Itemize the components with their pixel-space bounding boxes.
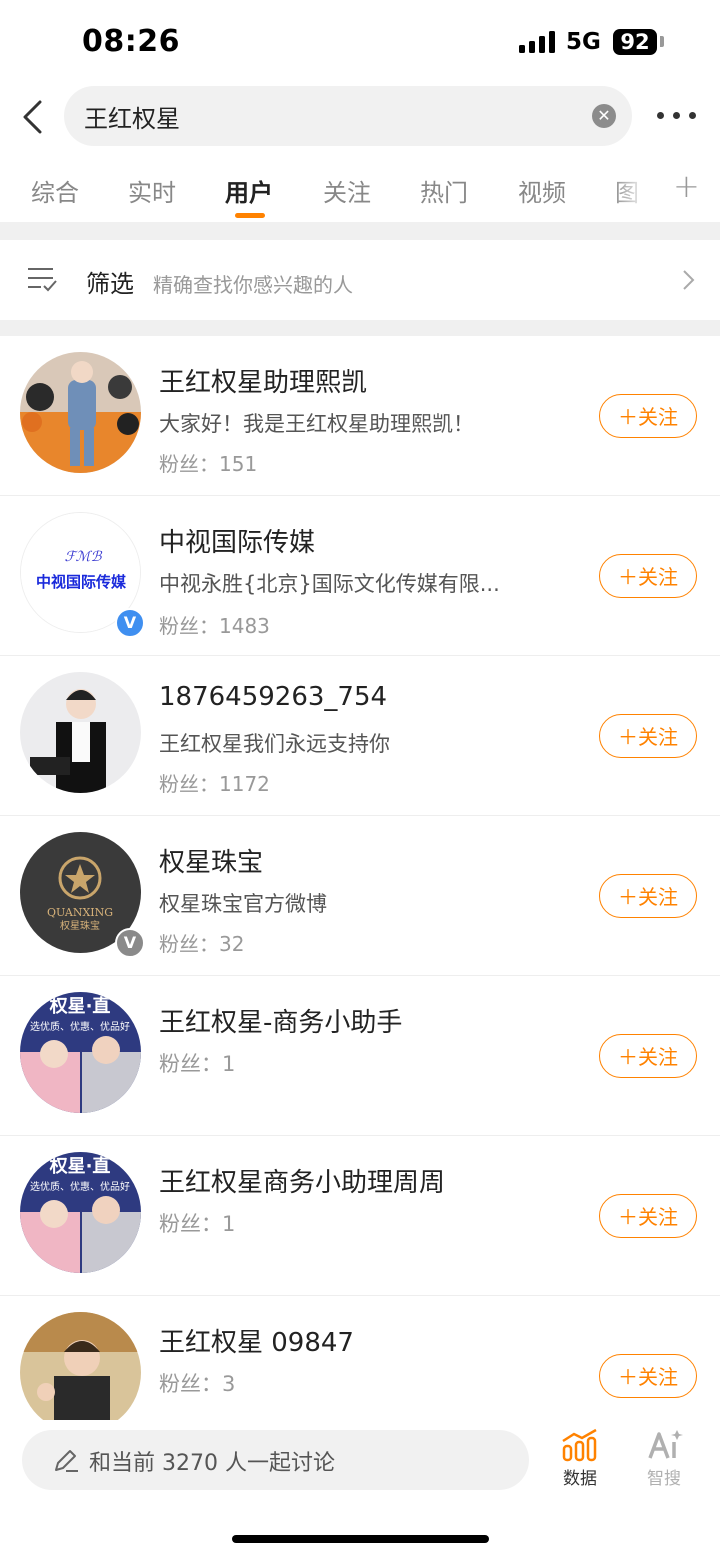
network-type: 5G: [566, 29, 601, 55]
list-item[interactable]: ℱℳℬ 中视国际传媒 V 中视国际传媒 中视永胜{北京}国际文化传媒有限... …: [0, 496, 720, 656]
avatar-banner-subtext: 选优质、优惠、优品好: [30, 1180, 130, 1193]
user-name[interactable]: 王红权星助理熙凯: [159, 362, 367, 399]
user-fans-count: 粉丝：3: [159, 1372, 236, 1396]
follow-button[interactable]: ＋关注: [599, 1194, 697, 1238]
nav-data[interactable]: 数据: [550, 1428, 610, 1489]
status-bar: 08:26 5G 92: [0, 0, 720, 86]
home-indicator: [232, 1535, 489, 1543]
user-description: 王红权星我们永远支持你: [159, 732, 390, 756]
search-tabs: 综合 实时 用户 关注 热门 视频 图 +: [0, 165, 720, 220]
svg-text:ℱℳℬ: ℱℳℬ: [65, 549, 103, 565]
follow-button[interactable]: ＋关注: [599, 554, 697, 598]
follow-button[interactable]: ＋关注: [599, 714, 697, 758]
verified-badge-icon: V: [115, 928, 145, 958]
battery-icon: 92: [613, 29, 657, 55]
status-time: 08:26: [82, 24, 180, 59]
user-name[interactable]: 中视国际传媒: [159, 522, 315, 559]
search-input[interactable]: 王红权星 ✕: [64, 86, 632, 146]
user-fans-count: 粉丝：32: [159, 932, 245, 956]
tab-comprehensive[interactable]: 综合: [31, 173, 79, 208]
filter-subtitle: 精确查找你感兴趣的人: [153, 273, 353, 297]
user-fans-count: 粉丝：1483: [159, 614, 270, 638]
avatar-logo-text: QUANXING: [47, 906, 113, 919]
user-name[interactable]: 王红权星商务小助理周周: [159, 1162, 445, 1199]
divider: [0, 320, 720, 336]
more-options-button[interactable]: [655, 102, 699, 128]
search-query-text: 王红权星: [84, 105, 180, 133]
nav-ai-search[interactable]: 智搜: [634, 1428, 694, 1489]
close-icon: ✕: [597, 106, 611, 125]
filter-list-icon: [28, 268, 57, 292]
list-item[interactable]: 权星·直 选优质、优惠、优品好 王红权星-商务小助手 粉丝：1 ＋关注: [0, 976, 720, 1136]
avatar: [20, 1312, 141, 1433]
list-item[interactable]: 1876459263_754 王红权星我们永远支持你 粉丝：1172 ＋关注: [0, 656, 720, 816]
nav-ai-search-label: 智搜: [647, 1469, 681, 1489]
avatar: 权星·直 选优质、优惠、优品好: [20, 1152, 141, 1273]
clear-search-button[interactable]: ✕: [592, 104, 616, 128]
battery-tip: [660, 36, 664, 47]
list-item[interactable]: QUANXING 权星珠宝 V 权星珠宝 权星珠宝官方微博 粉丝：32 ＋关注: [0, 816, 720, 976]
follow-button[interactable]: ＋关注: [599, 874, 697, 918]
add-tab-icon[interactable]: +: [673, 167, 700, 205]
active-tab-indicator: [235, 213, 265, 218]
divider: [0, 222, 720, 240]
discuss-placeholder: 和当前 3270 人一起讨论: [89, 1451, 335, 1476]
tab-users[interactable]: 用户: [225, 173, 273, 208]
list-item[interactable]: 权星·直 选优质、优惠、优品好 王红权星商务小助理周周 粉丝：1 ＋关注: [0, 1136, 720, 1296]
data-chart-icon: [562, 1428, 597, 1462]
tab-video[interactable]: 视频: [518, 173, 566, 208]
follow-button[interactable]: ＋关注: [599, 1354, 697, 1398]
user-description: 大家好！我是王红权星助理熙凯！: [159, 412, 474, 436]
list-item[interactable]: 王红权星助理熙凯 大家好！我是王红权星助理熙凯！ 粉丝：151 ＋关注: [0, 336, 720, 496]
user-fans-count: 粉丝：151: [159, 452, 258, 476]
avatar: [20, 672, 141, 793]
user-name[interactable]: 王红权星-商务小助手: [159, 1002, 402, 1039]
avatar-banner-text: 权星·直: [49, 995, 111, 1017]
avatar-banner-subtext: 选优质、优惠、优品好: [30, 1020, 130, 1033]
user-fans-count: 粉丝：1: [159, 1212, 236, 1236]
tab-following[interactable]: 关注: [323, 173, 371, 208]
filter-row[interactable]: 筛选 精确查找你感兴趣的人: [0, 240, 720, 320]
discuss-input[interactable]: 和当前 3270 人一起讨论: [22, 1430, 529, 1490]
user-name[interactable]: 权星珠宝: [159, 842, 263, 879]
nav-data-label: 数据: [563, 1469, 597, 1489]
avatar: 权星·直 选优质、优惠、优品好: [20, 992, 141, 1113]
user-description: 权星珠宝官方微博: [159, 892, 327, 916]
back-button[interactable]: [16, 96, 56, 138]
tab-realtime[interactable]: 实时: [128, 173, 176, 208]
avatar: [20, 352, 141, 473]
user-description: 中视永胜{北京}国际文化传媒有限...: [159, 572, 500, 596]
tab-fade: [612, 165, 662, 220]
avatar-banner-text: 权星·直: [49, 1155, 111, 1177]
user-fans-count: 粉丝：1172: [159, 772, 270, 796]
verified-badge-icon: V: [115, 608, 145, 638]
follow-button[interactable]: ＋关注: [599, 394, 697, 438]
user-results-list: 王红权星助理熙凯 大家好！我是王红权星助理熙凯！ 粉丝：151 ＋关注 ℱℳℬ …: [0, 336, 720, 1455]
bottom-bar: 和当前 3270 人一起讨论 数据 智搜: [0, 1420, 720, 1557]
avatar-logo-subtext: 权星珠宝: [60, 919, 100, 932]
tab-hot[interactable]: 热门: [420, 173, 468, 208]
pencil-icon: [55, 1450, 78, 1472]
filter-title: 筛选: [86, 270, 134, 298]
chevron-left-icon: [23, 100, 42, 134]
user-fans-count: 粉丝：1: [159, 1052, 236, 1076]
chevron-right-icon: [683, 270, 695, 290]
signal-icon: [519, 31, 557, 53]
user-name[interactable]: 1876459263_754: [159, 682, 387, 712]
user-name[interactable]: 王红权星 09847: [159, 1322, 354, 1359]
follow-button[interactable]: ＋关注: [599, 1034, 697, 1078]
ai-search-icon: [648, 1430, 683, 1459]
avatar-logo-text: 中视国际传媒: [36, 573, 127, 591]
